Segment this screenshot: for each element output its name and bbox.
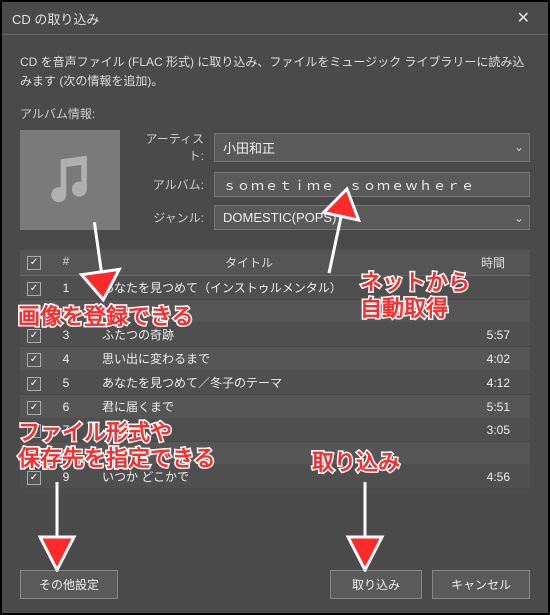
cancel-button[interactable]: キャンセル [432,570,530,599]
annotation-arrow-icon [32,482,82,572]
col-time[interactable]: 時間 [456,254,530,271]
row-checkbox[interactable]: ✓ [27,329,41,343]
table-row[interactable]: ✓ 9 いつか どこかで 4:56 [20,465,530,489]
titlebar: CD の取り込み ✕ [2,2,548,34]
annotation-arrow-icon [340,482,390,572]
close-icon[interactable]: ✕ [509,6,538,30]
row-checkbox[interactable]: ✓ [27,401,41,415]
table-header: ✓ # タイトル 時間 [20,250,530,276]
music-note-icon [40,150,100,210]
genre-select[interactable]: DOMESTIC(POPS) [214,205,530,230]
table-row[interactable]: ✓ 8 [20,442,530,465]
table-row[interactable]: ✓ 4 思い出に変わるまで 4:02 [20,347,530,371]
window-title: CD の取り込み [12,9,99,28]
row-checkbox[interactable]: ✓ [27,377,41,391]
album-label: アルバム: [134,176,204,193]
meta-fields: アーティスト: 小田和正 ⌄ アルバム: ジャンル: DOMESTIC(POPS… [134,130,530,238]
col-title[interactable]: タイトル [84,254,396,271]
table-row[interactable]: ✓ 7 3:05 [20,419,530,442]
album-art-placeholder[interactable] [20,130,120,230]
table-row[interactable]: ✓ 5 あなたを見つめて／冬子のテーマ 4:12 [20,371,530,395]
row-checkbox[interactable]: ✓ [27,424,41,438]
row-checkbox[interactable]: ✓ [27,353,41,367]
divider [2,34,548,35]
row-checkbox[interactable]: ✓ [27,447,41,461]
row-checkbox[interactable]: ✓ [27,471,41,485]
album-field[interactable] [214,172,530,197]
other-settings-button[interactable]: その他設定 [20,570,118,599]
table-row[interactable]: ✓ 2 [20,300,530,323]
genre-label: ジャンル: [134,209,204,226]
track-table: ✓ # タイトル 時間 ✓ 1 あなたを見つめて（インストゥルメンタル） ✓ 2… [20,250,530,489]
row-checkbox[interactable]: ✓ [27,305,41,319]
dialog-description: CD を音声ファイル (FLAC 形式) に取り込み、ファイルをミュージック ラ… [2,45,548,105]
table-row[interactable]: ✓ 3 ふたつの奇跡 5:57 [20,323,530,347]
import-button[interactable]: 取り込み [330,570,422,599]
table-row[interactable]: ✓ 6 君に届くまで 5:51 [20,395,530,419]
row-checkbox[interactable]: ✓ [27,282,41,296]
artist-select[interactable]: 小田和正 [214,133,530,162]
select-all-checkbox[interactable]: ✓ [27,256,41,270]
album-info-label: アルバム情報: [2,105,548,130]
dialog-footer: その他設定 取り込み キャンセル [2,560,548,613]
table-row[interactable]: ✓ 1 あなたを見つめて（インストゥルメンタル） [20,276,530,300]
album-info-row: アーティスト: 小田和正 ⌄ アルバム: ジャンル: DOMESTIC(POPS… [2,130,548,238]
artist-label: アーティスト: [134,130,204,164]
col-number[interactable]: # [48,254,84,271]
